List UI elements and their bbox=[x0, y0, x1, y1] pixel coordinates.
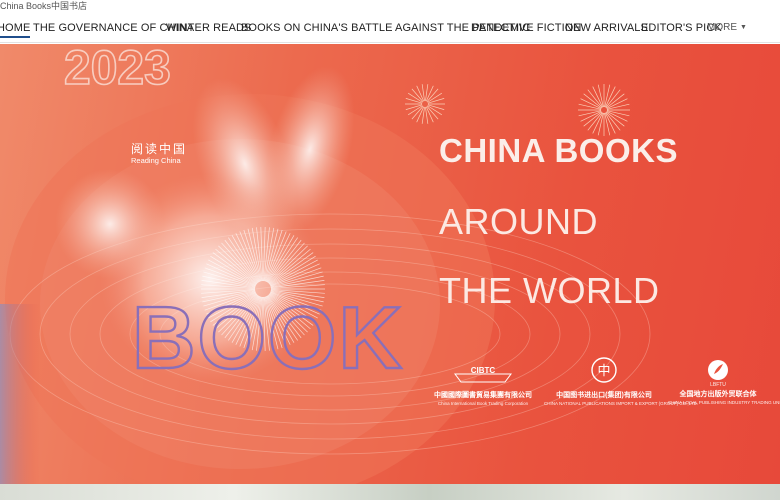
lbftu-logo-icon bbox=[708, 360, 728, 380]
hero-banner[interactable]: 2023 BOOK 阅读中国 Reading China CHINA BOOKS… bbox=[0, 44, 780, 484]
year-top: 2023 bbox=[64, 44, 171, 95]
brand-chinese: 阅读中国 bbox=[131, 142, 188, 156]
partner-cnpiec: 中 中国图书进出口(集团)有限公司 CHINA NATIONAL PUBLICA… bbox=[544, 356, 699, 414]
nav-item-winter-reads[interactable]: WINTER READS bbox=[166, 18, 252, 38]
brand-english: Reading China bbox=[131, 156, 181, 165]
partner-lbftu-name-cn: 全国地方出版外贸联合体 bbox=[679, 391, 757, 398]
book-decor-word: BOOK bbox=[131, 287, 404, 388]
next-banner-preview bbox=[0, 484, 780, 500]
cibtc-logo-text: CIBTC bbox=[471, 366, 496, 375]
nav-item-new-arrivals[interactable]: NEW ARRIVALS bbox=[565, 18, 648, 38]
firework-mid bbox=[405, 84, 445, 124]
partner-cibtc-name-en: China International Book Trading Corpora… bbox=[437, 401, 529, 406]
headline-line-1: CHINA BOOKS bbox=[439, 132, 678, 169]
banner-artwork: 2023 BOOK bbox=[0, 44, 651, 484]
cnpiec-logo-text: 中 bbox=[597, 364, 610, 379]
firework-top bbox=[578, 84, 630, 136]
partner-cnpiec-name-en: CHINA NATIONAL PUBLICATIONS IMPORT & EXP… bbox=[544, 401, 699, 406]
book-letters: BOOK bbox=[132, 288, 404, 387]
site-title: China Books中国书店 bbox=[0, 1, 88, 11]
caret-down-icon: ▼ bbox=[740, 24, 747, 31]
main-nav: HOME THE GOVERNANCE OF CHINA WINTER READ… bbox=[0, 13, 780, 43]
partner-lbftu: LBFTU 全国地方出版外贸联合体 CHINA LOCAL PUBLISHING… bbox=[668, 359, 780, 414]
partner-lbftu-logo-text: LBFTU bbox=[710, 382, 726, 388]
partner-cibtc: CIBTC 中國國際圖書貿易集團有限公司 China International… bbox=[428, 364, 538, 414]
partner-cnpiec-name-cn: 中国图书进出口(集团)有限公司 bbox=[556, 392, 652, 399]
cnpiec-logo-icon: 中 bbox=[591, 357, 617, 383]
left-edge-tint bbox=[0, 304, 40, 484]
glow-side bbox=[55, 169, 165, 279]
partner-cibtc-name-cn: 中國國際圖書貿易集團有限公司 bbox=[434, 392, 532, 399]
nav-more-label: MORE bbox=[707, 22, 737, 33]
year-digits: 2023 bbox=[63, 44, 171, 96]
nav-item-home[interactable]: HOME bbox=[0, 18, 31, 38]
partner-lbftu-name-en: CHINA LOCAL PUBLISHING INDUSTRY TRADING … bbox=[668, 400, 780, 405]
headline-line-2: AROUND bbox=[439, 201, 599, 242]
nav-more-dropdown[interactable]: MORE ▼ bbox=[707, 18, 747, 38]
headline-line-3: THE WORLD bbox=[439, 270, 660, 311]
cibtc-logo-icon: CIBTC bbox=[454, 366, 512, 383]
